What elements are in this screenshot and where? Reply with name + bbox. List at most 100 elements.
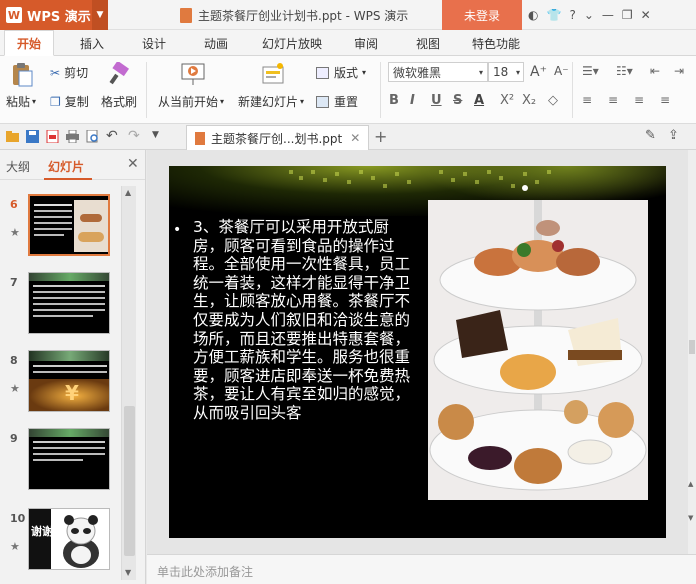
window-title-text: 主题茶餐厅创业计划书.ppt - WPS 演示: [198, 9, 409, 23]
align-left-icon[interactable]: ≡: [582, 93, 592, 107]
copy-button[interactable]: ❐ 复制: [50, 93, 89, 110]
format-painter-icon[interactable]: [108, 62, 132, 86]
from-current-button[interactable]: 从当前开始 ▾: [158, 93, 224, 110]
tab-slides[interactable]: 幻灯片: [48, 158, 84, 175]
font-color-icon[interactable]: A: [474, 93, 484, 108]
close-icon[interactable]: ✕: [641, 8, 651, 22]
font-size-select[interactable]: 18 ▾: [488, 62, 524, 82]
ppt-file-icon: [195, 131, 205, 145]
tab-slideshow[interactable]: 幻灯片放映: [262, 30, 322, 56]
slide-thumbnail-7[interactable]: 7: [0, 272, 120, 338]
slide-thumbnail-8[interactable]: 8 ★ ¥: [0, 350, 120, 416]
justify-icon[interactable]: ≡: [660, 93, 670, 107]
tab-review[interactable]: 审阅: [354, 30, 378, 56]
clear-format-icon[interactable]: ◇: [548, 93, 558, 108]
slide-preview[interactable]: [28, 428, 110, 490]
slide-canvas: • 3、茶餐厅可以采用开放式厨房，顾客可看到食品的操作过程。全部使用一次性餐具，…: [147, 150, 688, 554]
print-icon[interactable]: [66, 130, 79, 143]
redo-icon[interactable]: ↷: [128, 128, 140, 144]
shirt-icon[interactable]: 👕: [546, 8, 561, 22]
document-tab[interactable]: 主题茶餐厅创...划书.ppt ✕: [186, 125, 370, 150]
cut-button[interactable]: ✂ 剪切: [50, 64, 88, 81]
minimize-icon[interactable]: —: [602, 8, 614, 22]
subscript-icon[interactable]: X₂: [522, 93, 536, 108]
slide-preview[interactable]: 谢谢！: [28, 508, 110, 570]
copy-icon: ❐: [50, 94, 61, 109]
maximize-icon[interactable]: ❐: [622, 8, 633, 22]
pin-icon[interactable]: ✎: [645, 128, 656, 143]
scrollbar-thumb[interactable]: [689, 340, 695, 354]
slideshow-icon[interactable]: [180, 62, 206, 86]
strikethrough-icon[interactable]: S: [453, 93, 462, 108]
slide-preview[interactable]: [28, 272, 110, 334]
share-icon[interactable]: ⇪: [668, 128, 679, 143]
align-center-icon[interactable]: ≡: [608, 93, 618, 107]
login-button[interactable]: 未登录: [442, 0, 522, 30]
slide-preview[interactable]: [28, 194, 110, 256]
skin-icon[interactable]: ◐: [528, 8, 538, 22]
slide-thumbnail-9[interactable]: 9: [0, 428, 120, 494]
new-slide-button[interactable]: 新建幻灯片 ▾: [238, 93, 304, 110]
font-name-select[interactable]: 微软雅黑 ▾: [388, 62, 488, 82]
increase-indent-icon[interactable]: ⇥: [674, 64, 684, 78]
paste-icon[interactable]: [10, 62, 34, 88]
reset-button[interactable]: 重置: [316, 93, 358, 110]
decrease-indent-icon[interactable]: ⇤: [650, 64, 660, 78]
bold-icon[interactable]: B: [389, 93, 399, 108]
slide-body-text[interactable]: 3、茶餐厅可以采用开放式厨房，顾客可看到食品的操作过程。全部使用一次性餐具，员工…: [193, 218, 415, 423]
tab-design[interactable]: 设计: [142, 30, 166, 56]
slide-number: 6: [10, 198, 18, 211]
new-tab-icon[interactable]: +: [374, 127, 387, 146]
underline-icon[interactable]: U: [431, 93, 442, 108]
close-tab-icon[interactable]: ✕: [350, 131, 360, 145]
export-pdf-icon[interactable]: [46, 130, 59, 143]
undo-icon[interactable]: ↶: [106, 128, 118, 144]
bullet-list-icon[interactable]: ☰▾: [582, 64, 599, 78]
next-slide-icon[interactable]: ▼: [688, 514, 693, 522]
chevron-down-icon: ▾: [478, 67, 483, 77]
italic-icon[interactable]: I: [410, 93, 415, 108]
grow-font-icon[interactable]: A⁺: [530, 64, 547, 80]
prev-slide-icon[interactable]: ▲: [688, 480, 693, 488]
tab-animation[interactable]: 动画: [204, 30, 228, 56]
open-folder-icon[interactable]: [6, 130, 19, 143]
current-slide[interactable]: • 3、茶餐厅可以采用开放式厨房，顾客可看到食品的操作过程。全部使用一次性餐具，…: [169, 166, 666, 538]
shrink-font-icon[interactable]: A⁻: [554, 64, 569, 78]
new-slide-icon[interactable]: [260, 62, 286, 86]
slide-thumbnail-10[interactable]: 10 ★ 谢谢！: [0, 508, 120, 574]
slide-thumbnail-6[interactable]: 6 ★: [0, 194, 120, 260]
thumbnail-scrollbar[interactable]: ▲ ▼: [121, 186, 136, 580]
wps-logo-icon: W: [6, 7, 22, 23]
notes-placeholder: 单击此处添加备注: [157, 565, 254, 579]
numbered-list-icon[interactable]: ☷▾: [616, 64, 633, 78]
slide-number: 10: [10, 512, 26, 525]
format-painter-button[interactable]: 格式刷: [101, 93, 137, 110]
print-preview-icon[interactable]: [86, 130, 99, 143]
tab-view[interactable]: 视图: [416, 30, 440, 56]
tab-home[interactable]: 开始: [4, 30, 55, 56]
tab-special[interactable]: 特色功能: [472, 30, 520, 56]
ribbon-collapse-icon[interactable]: ⌄: [584, 8, 594, 22]
paste-button[interactable]: 粘贴 ▾: [6, 93, 36, 110]
scrollbar-thumb[interactable]: [124, 406, 135, 556]
help-icon[interactable]: ?: [569, 8, 575, 22]
toolbar-customize-icon[interactable]: ▼: [152, 130, 159, 140]
tab-outline[interactable]: 大纲: [6, 158, 30, 175]
scroll-down-icon[interactable]: ▼: [125, 568, 131, 577]
dessert-stand-photo[interactable]: [428, 200, 648, 500]
layout-button[interactable]: 版式 ▾: [316, 64, 366, 81]
slide-preview[interactable]: ¥: [28, 350, 110, 412]
window-controls: ◐ 👕 ? ⌄ — ❐ ✕: [528, 0, 651, 30]
tab-insert[interactable]: 插入: [80, 30, 104, 56]
align-right-icon[interactable]: ≡: [634, 93, 644, 107]
slide-scrollbar[interactable]: ▲ ▼: [688, 150, 696, 554]
app-menu-button[interactable]: W WPS 演示 ▼: [0, 0, 108, 30]
save-icon[interactable]: [26, 130, 39, 143]
window-title: 主题茶餐厅创业计划书.ppt - WPS 演示: [180, 7, 408, 24]
superscript-icon[interactable]: X²: [500, 93, 514, 108]
scroll-up-icon[interactable]: ▲: [125, 188, 131, 197]
close-panel-icon[interactable]: ✕: [127, 156, 139, 172]
notes-pane[interactable]: 单击此处添加备注: [147, 554, 696, 584]
chevron-down-icon[interactable]: ▼: [92, 0, 108, 30]
panel-tabs: 大纲 幻灯片 ✕: [0, 150, 145, 180]
